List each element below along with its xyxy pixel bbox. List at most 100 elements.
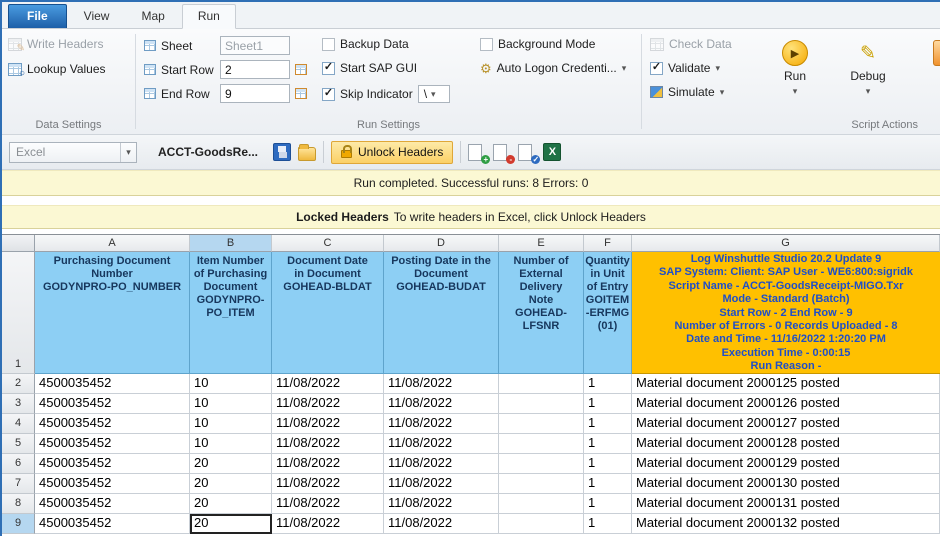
cell-F4[interactable]: 1 [584, 414, 632, 434]
start-sap-gui-option[interactable]: Start SAP GUI [322, 61, 417, 75]
row-header-4[interactable]: 4 [2, 414, 35, 434]
cell-D8[interactable]: 11/08/2022 [384, 494, 499, 514]
cell-F9[interactable]: 1 [584, 514, 632, 534]
mode-combo[interactable]: Excel ▾ [9, 142, 137, 163]
cell-B5[interactable]: 10 [190, 434, 272, 454]
column-header-F[interactable]: F [584, 235, 632, 252]
background-mode-checkbox[interactable] [480, 38, 493, 51]
row-header-5[interactable]: 5 [2, 434, 35, 454]
cell-A6[interactable]: 4500035452 [35, 454, 190, 474]
cell-C5[interactable]: 11/08/2022 [272, 434, 384, 454]
validate-dropdown[interactable]: Validate ▾ [650, 61, 720, 75]
end-row-input[interactable] [220, 84, 290, 103]
cell-B6[interactable]: 20 [190, 454, 272, 474]
update-document-button[interactable]: ✓ [518, 143, 536, 161]
row-header-2[interactable]: 2 [2, 374, 35, 394]
cell-A8[interactable]: 4500035452 [35, 494, 190, 514]
cell-C2[interactable]: 11/08/2022 [272, 374, 384, 394]
cell-C1[interactable]: Document Date in Document GOHEAD-BLDAT [272, 252, 384, 374]
cell-G2[interactable]: Material document 2000125 posted [632, 374, 940, 394]
cell-G1-log[interactable]: Log Winshuttle Studio 20.2 Update 9 SAP … [632, 252, 940, 374]
cell-A7[interactable]: 4500035452 [35, 474, 190, 494]
cell-D1[interactable]: Posting Date in the Document GOHEAD-BUDA… [384, 252, 499, 374]
unlock-headers-button[interactable]: Unlock Headers [331, 141, 453, 164]
cell-B1[interactable]: Item Number of Purchasing Document GODYN… [190, 252, 272, 374]
excel-icon[interactable]: X [543, 143, 561, 161]
tab-file[interactable]: File [8, 4, 67, 28]
cell-F3[interactable]: 1 [584, 394, 632, 414]
cell-B7[interactable]: 20 [190, 474, 272, 494]
skip-indicator-combo[interactable]: \ ▾ [418, 85, 450, 103]
cell-F5[interactable]: 1 [584, 434, 632, 454]
cell-G8[interactable]: Material document 2000131 posted [632, 494, 940, 514]
start-row-input[interactable] [220, 60, 290, 79]
skip-indicator-checkbox[interactable] [322, 88, 335, 101]
add-document-button[interactable]: + [468, 143, 486, 161]
cell-D5[interactable]: 11/08/2022 [384, 434, 499, 454]
start-sap-gui-checkbox[interactable] [322, 62, 335, 75]
cell-G9[interactable]: Material document 2000132 posted [632, 514, 940, 534]
cell-G7[interactable]: Material document 2000130 posted [632, 474, 940, 494]
publish-button[interactable] [918, 35, 940, 115]
tab-map[interactable]: Map [126, 5, 179, 28]
column-header-B[interactable]: B [190, 235, 272, 252]
row-header-6[interactable]: 6 [2, 454, 35, 474]
cell-E6[interactable] [499, 454, 584, 474]
cell-A3[interactable]: 4500035452 [35, 394, 190, 414]
cell-D6[interactable]: 11/08/2022 [384, 454, 499, 474]
cell-E3[interactable] [499, 394, 584, 414]
column-header-G[interactable]: G [632, 235, 940, 252]
sheet-input[interactable] [220, 36, 290, 55]
cell-C3[interactable]: 11/08/2022 [272, 394, 384, 414]
cell-G6[interactable]: Material document 2000129 posted [632, 454, 940, 474]
backup-data-option[interactable]: Backup Data [322, 37, 409, 51]
cell-B4[interactable]: 10 [190, 414, 272, 434]
row-header-3[interactable]: 3 [2, 394, 35, 414]
start-row-picker-icon[interactable] [295, 64, 307, 75]
cell-D4[interactable]: 11/08/2022 [384, 414, 499, 434]
tab-run[interactable]: Run [182, 4, 236, 29]
cell-F7[interactable]: 1 [584, 474, 632, 494]
cell-C6[interactable]: 11/08/2022 [272, 454, 384, 474]
cell-A2[interactable]: 4500035452 [35, 374, 190, 394]
cell-E9[interactable] [499, 514, 584, 534]
row-header-7[interactable]: 7 [2, 474, 35, 494]
cell-C9[interactable]: 11/08/2022 [272, 514, 384, 534]
cell-A5[interactable]: 4500035452 [35, 434, 190, 454]
cell-A9[interactable]: 4500035452 [35, 514, 190, 534]
row-header-8[interactable]: 8 [2, 494, 35, 514]
cell-D2[interactable]: 11/08/2022 [384, 374, 499, 394]
background-mode-option[interactable]: Background Mode [480, 37, 595, 51]
cell-D7[interactable]: 11/08/2022 [384, 474, 499, 494]
column-header-E[interactable]: E [499, 235, 584, 252]
cell-C7[interactable]: 11/08/2022 [272, 474, 384, 494]
write-headers-button[interactable]: ✎ Write Headers [8, 37, 103, 51]
select-all-corner[interactable] [2, 235, 35, 252]
tab-view[interactable]: View [69, 5, 125, 28]
cell-B2[interactable]: 10 [190, 374, 272, 394]
column-header-A[interactable]: A [35, 235, 190, 252]
cell-F8[interactable]: 1 [584, 494, 632, 514]
open-folder-icon[interactable] [298, 147, 316, 161]
backup-data-checkbox[interactable] [322, 38, 335, 51]
cell-E7[interactable] [499, 474, 584, 494]
cell-D3[interactable]: 11/08/2022 [384, 394, 499, 414]
end-row-picker-icon[interactable] [295, 88, 307, 99]
cell-G4[interactable]: Material document 2000127 posted [632, 414, 940, 434]
cell-C8[interactable]: 11/08/2022 [272, 494, 384, 514]
cell-A4[interactable]: 4500035452 [35, 414, 190, 434]
cell-D9[interactable]: 11/08/2022 [384, 514, 499, 534]
cell-G5[interactable]: Material document 2000128 posted [632, 434, 940, 454]
lookup-values-button[interactable]: ○ Lookup Values [8, 62, 106, 76]
cell-E5[interactable] [499, 434, 584, 454]
simulate-dropdown[interactable]: Simulate ▾ [650, 85, 724, 99]
skip-indicator-option[interactable]: Skip Indicator \ ▾ [322, 85, 450, 103]
cell-F1[interactable]: Quantity in Unit of Entry GOITEM -ERFMG … [584, 252, 632, 374]
column-header-C[interactable]: C [272, 235, 384, 252]
cell-B8[interactable]: 20 [190, 494, 272, 514]
save-icon[interactable] [273, 143, 291, 161]
cell-E2[interactable] [499, 374, 584, 394]
run-button[interactable]: ▶ Run ▾ [767, 35, 823, 115]
cell-E8[interactable] [499, 494, 584, 514]
cell-E1[interactable]: Number of External Delivery Note GOHEAD-… [499, 252, 584, 374]
